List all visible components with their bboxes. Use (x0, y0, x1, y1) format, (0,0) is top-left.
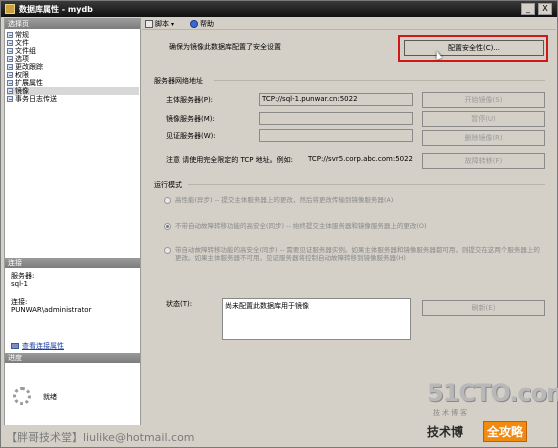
page-item-filegroups[interactable]: 文件组 (7, 47, 139, 55)
watermark-logo-text: 51CTO.com (427, 379, 558, 407)
mirror-address-field[interactable] (259, 112, 413, 125)
select-page-header: 选择页 (5, 19, 140, 29)
connection-label: 连接: (11, 298, 28, 306)
watermark-right: 技术博 全攻略 (425, 419, 557, 445)
witness-label: 见证服务器(W): (166, 132, 216, 140)
script-icon (145, 20, 153, 28)
database-properties-window: 数据库属性 - mydb _ X 选择页 常规 文件 文件组 选项 更改跟踪 权… (0, 0, 558, 448)
mode-high-performance-label: 高性能(异步) -- 提交主体服务器上的更改，然后将更改传输到镜像服务器(A) (175, 196, 394, 204)
mode-high-safety-option[interactable]: 不带自动故障转移功能的高安全(同步) -- 始终提交主体服务器和镜像服务器上的更… (164, 222, 544, 230)
progress-block: 就绪 (11, 387, 139, 409)
start-mirroring-button[interactable]: 开始镜像(S) (422, 92, 545, 108)
page-item-label: 事务日志传送 (15, 95, 57, 103)
watermark-right-badge: 全攻略 (483, 421, 528, 442)
page-item-permissions[interactable]: 权限 (7, 71, 139, 79)
help-icon (190, 20, 198, 28)
toolbar: 脚本 ▾ 帮助 (142, 18, 556, 30)
security-intro-text: 确保为镜像此数据库配置了安全设置 (169, 43, 281, 51)
connection-properties-icon (11, 343, 19, 349)
page-item-mirroring[interactable]: 镜像 (7, 87, 139, 95)
page-icon (7, 72, 13, 78)
server-value: sql-1 (11, 280, 29, 288)
configure-security-button[interactable]: 配置安全性(C)... (404, 40, 544, 60)
radio-button[interactable] (164, 197, 171, 204)
script-button[interactable]: 脚本 ▾ (145, 19, 174, 29)
address-note-example: TCP://svr5.corp.abc.com:5022 (308, 155, 414, 163)
principal-label: 主体服务器(P): (166, 96, 214, 104)
progress-status: 就绪 (43, 393, 57, 401)
page-icon (7, 64, 13, 70)
group-divider (214, 80, 545, 81)
witness-address-field[interactable] (259, 129, 413, 142)
watermark-right-text: 技术博 (427, 425, 464, 439)
page-item-log-shipping[interactable]: 事务日志传送 (7, 95, 139, 103)
page-item-label: 常规 (15, 31, 29, 39)
radio-button[interactable] (164, 247, 171, 254)
watermark-logo-sub: 技术博客 (433, 409, 469, 417)
page-item-label: 文件 (15, 39, 29, 47)
page-icon (7, 96, 13, 102)
database-icon (5, 4, 15, 14)
radio-button[interactable] (164, 223, 171, 230)
group-divider (188, 184, 545, 185)
page-icon (7, 40, 13, 46)
mirroring-page: 确保为镜像此数据库配置了安全设置 配置安全性(C)... 服务器网络地址 主体服… (142, 32, 556, 424)
page-item-change-tracking[interactable]: 更改跟踪 (7, 63, 139, 71)
page-item-label: 权限 (15, 71, 29, 79)
help-button[interactable]: 帮助 (190, 19, 214, 29)
mode-high-performance-option[interactable]: 高性能(异步) -- 提交主体服务器上的更改，然后将更改传输到镜像服务器(A) (164, 196, 544, 204)
view-connection-properties-link[interactable]: 查看连接属性 (11, 341, 64, 351)
mode-high-safety-auto-option[interactable]: 带自动故障转移功能的高安全(同步) -- 需要见证服务器实例。如果主体服务器和镜… (164, 246, 544, 262)
connection-header: 连接 (5, 258, 140, 268)
page-item-label: 文件组 (15, 47, 36, 55)
watermark-logo: 51CTO.com 技术博客 (427, 377, 558, 421)
window-title: 数据库属性 - mydb (19, 5, 93, 14)
watermark-left-text: 【胖哥技术堂】liulike@hotmail.com (6, 431, 195, 444)
mirror-label: 镜像服务器(M): (166, 115, 215, 123)
help-label: 帮助 (200, 20, 214, 28)
page-item-files[interactable]: 文件 (7, 39, 139, 47)
principal-address-field[interactable]: TCP://sql-1.punwar.cn:5022 (259, 93, 413, 106)
chevron-down-icon: ▾ (171, 20, 175, 28)
script-label: 脚本 (155, 20, 169, 28)
server-addresses-group-title: 服务器网络地址 (154, 77, 203, 85)
minimize-button[interactable]: _ (521, 3, 535, 15)
page-item-label: 更改跟踪 (15, 63, 43, 71)
view-connection-properties-label: 查看连接属性 (22, 342, 64, 350)
operating-mode-group-title: 运行模式 (154, 181, 182, 189)
title-bar: 数据库属性 - mydb _ X (1, 1, 557, 17)
refresh-button[interactable]: 刷新(E) (422, 300, 545, 316)
page-item-label: 扩展属性 (15, 79, 43, 87)
page-icon (7, 32, 13, 38)
page-icon (7, 80, 13, 86)
page-item-extended-properties[interactable]: 扩展属性 (7, 79, 139, 87)
server-label: 服务器: (11, 272, 35, 280)
page-icon (7, 48, 13, 54)
status-label: 状态(T): (166, 300, 193, 308)
address-note-label: 注意 请使用完全限定的 TCP 地址。例如: (166, 156, 294, 164)
configure-security-label: 配置安全性(C)... (447, 44, 501, 52)
pause-button[interactable]: 暂停(U) (422, 111, 545, 127)
mode-high-safety-label: 不带自动故障转移功能的高安全(同步) -- 始终提交主体服务器和镜像服务器上的更… (175, 222, 427, 230)
close-button[interactable]: X (538, 3, 552, 15)
connection-value: PUNWAR\administrator (11, 306, 92, 314)
connection-info: 服务器: sql-1 连接: PUNWAR\administrator (11, 272, 139, 314)
spinner-icon (13, 387, 31, 405)
progress-header: 进度 (5, 353, 140, 363)
remove-mirroring-button[interactable]: 删除镜像(R) (422, 130, 545, 146)
page-icon (7, 88, 13, 94)
page-item-label: 镜像 (15, 87, 29, 95)
page-item-general[interactable]: 常规 (7, 31, 139, 39)
page-icon (7, 56, 13, 62)
page-item-label: 选项 (15, 55, 29, 63)
page-item-options[interactable]: 选项 (7, 55, 139, 63)
status-box: 尚未配置此数据库用于镜像 (222, 298, 411, 340)
page-list: 常规 文件 文件组 选项 更改跟踪 权限 扩展属性 镜像 事务日志传送 (7, 31, 139, 103)
mode-high-safety-auto-label: 带自动故障转移功能的高安全(同步) -- 需要见证服务器实例。如果主体服务器和镜… (175, 246, 540, 262)
failover-button[interactable]: 故障转移(F) (422, 153, 545, 169)
left-pane: 选择页 常规 文件 文件组 选项 更改跟踪 权限 扩展属性 镜像 事务日志传送 … (4, 18, 141, 445)
